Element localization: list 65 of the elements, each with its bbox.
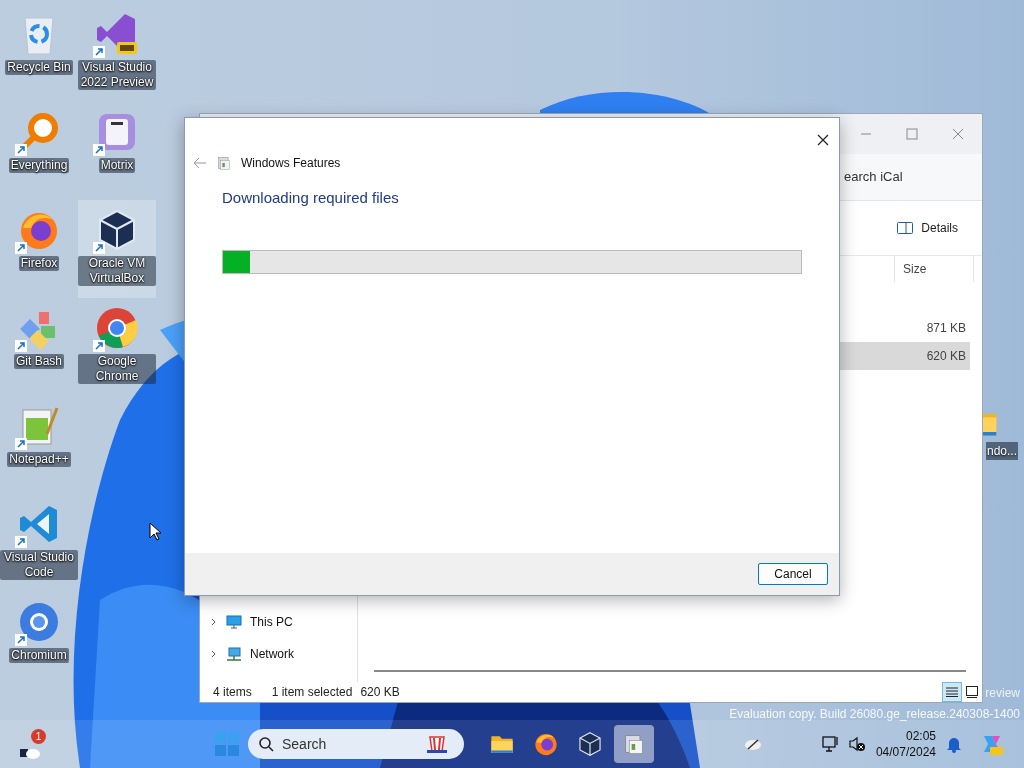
desktop-icon[interactable]: Everything — [0, 102, 78, 200]
details-pane-icon — [897, 222, 914, 234]
status-text: 4 items — [213, 684, 252, 701]
watermark-text: Evaluation copy. Build 26080.ge_release.240308-1400 — [729, 706, 1020, 723]
watermark-text: review — [985, 685, 1020, 702]
desktop-icon[interactable]: Visual Studio 2022 Preview — [78, 4, 156, 102]
back-arrow-icon[interactable] — [193, 157, 207, 169]
details-view-button[interactable] — [942, 682, 962, 702]
desktop-icon[interactable]: Visual Studio Code — [0, 494, 78, 592]
start-icon[interactable] — [214, 731, 240, 757]
icon-label: Chromium — [9, 648, 69, 663]
widgets-button[interactable]: 1 — [20, 729, 48, 759]
icon-label: Google Chrome — [78, 354, 156, 384]
close-icon[interactable] — [817, 134, 829, 146]
visual-studio-icon — [95, 12, 139, 56]
status-text: 620 KB — [360, 684, 400, 701]
desktop-icon[interactable]: Firefox — [0, 200, 78, 298]
status-text: 1 item selected — [271, 684, 353, 701]
cube-icon — [577, 731, 603, 757]
icon-label: Visual Studio 2022 Preview — [78, 60, 156, 90]
icon-label: Firefox — [18, 256, 60, 271]
size-cell-text: 871 KB — [926, 320, 966, 337]
chevron-icon — [210, 650, 218, 658]
search-field[interactable]: Search — [248, 729, 464, 759]
dialog-heading: Downloading required files — [222, 189, 399, 206]
desktop-icon[interactable]: Recycle Bin — [0, 4, 78, 102]
column-header[interactable]: Size — [894, 256, 974, 282]
search-field[interactable]: earch iCal — [844, 161, 982, 193]
icon-label: Git Bash — [14, 354, 64, 369]
nav-item[interactable]: This PC — [200, 606, 357, 638]
cancel-button[interactable]: Cancel — [758, 563, 828, 585]
icon-label: Everything — [8, 158, 70, 173]
dialog-title: Windows Features — [241, 155, 341, 172]
network-icon[interactable] — [821, 735, 840, 753]
icon-label: Recycle Bin — [5, 60, 73, 75]
firefox-icon — [533, 731, 559, 757]
windows-features-icon — [215, 154, 233, 172]
details-button[interactable]: Details — [897, 219, 958, 237]
hat-icon — [424, 733, 450, 755]
nav-item[interactable]: Network — [200, 638, 357, 670]
chrome-icon — [95, 306, 139, 350]
monitor-icon — [226, 615, 242, 629]
icon-label: Motrix — [98, 158, 136, 173]
mouse-pointer-icon — [149, 522, 161, 541]
square-icon — [966, 686, 978, 698]
icon-label: Notepad++ — [7, 452, 71, 467]
desktop-icon[interactable]: Git Bash — [0, 298, 78, 396]
desktop-icon[interactable]: Oracle VM VirtualBox — [78, 200, 156, 298]
desktop-icon[interactable]: Notepad++ — [0, 396, 78, 494]
bell-icon[interactable] — [946, 735, 962, 753]
desktop-icon[interactable]: Chromium — [0, 592, 78, 690]
speaker-muted-icon[interactable] — [847, 735, 866, 753]
cloud-icon[interactable] — [743, 737, 762, 751]
clock[interactable]: 02:05 04/07/2024 — [875, 728, 936, 760]
chromium-icon — [17, 600, 61, 644]
icon-label: Oracle VM VirtualBox — [78, 256, 156, 286]
search-icon — [258, 736, 274, 752]
desktop-icon[interactable]: Google Chrome — [78, 298, 156, 396]
chevron-icon — [210, 618, 218, 626]
icon-label: ndo... — [986, 442, 1019, 460]
list-icon — [946, 687, 958, 697]
desktop-icon[interactable]: Motrix — [78, 102, 156, 200]
size-cell-text: 620 KB — [926, 348, 966, 365]
icon-label: Visual Studio Code — [0, 550, 78, 580]
network-icon — [226, 647, 242, 661]
